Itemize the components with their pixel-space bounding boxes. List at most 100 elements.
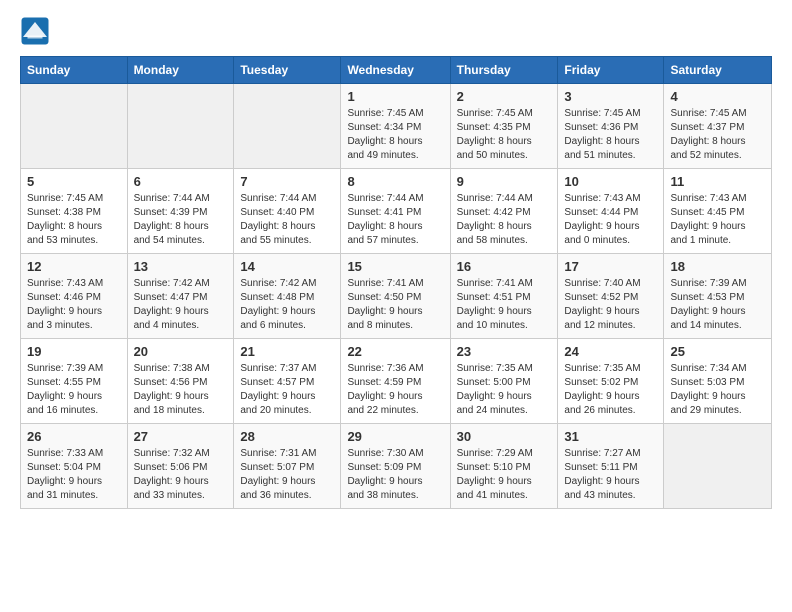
calendar-cell: 7 Sunrise: 7:44 AM Sunset: 4:40 PM Daylig… bbox=[234, 169, 341, 254]
day-number: 22 bbox=[347, 344, 443, 359]
column-header-thursday: Thursday bbox=[450, 57, 558, 84]
column-header-tuesday: Tuesday bbox=[234, 57, 341, 84]
calendar-cell bbox=[127, 84, 234, 169]
day-info: Sunrise: 7:38 AM Sunset: 4:56 PM Dayligh… bbox=[134, 362, 228, 418]
day-number: 25 bbox=[670, 344, 765, 359]
calendar-cell: 13 Sunrise: 7:42 AM Sunset: 4:47 PM Dayli… bbox=[127, 254, 234, 339]
calendar-cell: 6 Sunrise: 7:44 AM Sunset: 4:39 PM Daylig… bbox=[127, 169, 234, 254]
day-number: 9 bbox=[457, 174, 552, 189]
day-info: Sunrise: 7:44 AM Sunset: 4:41 PM Dayligh… bbox=[347, 192, 443, 248]
day-info: Sunrise: 7:43 AM Sunset: 4:46 PM Dayligh… bbox=[27, 277, 121, 333]
calendar-cell: 20 Sunrise: 7:38 AM Sunset: 4:56 PM Dayli… bbox=[127, 339, 234, 424]
day-info: Sunrise: 7:41 AM Sunset: 4:50 PM Dayligh… bbox=[347, 277, 443, 333]
calendar-cell: 25 Sunrise: 7:34 AM Sunset: 5:03 PM Dayli… bbox=[664, 339, 772, 424]
calendar-cell: 18 Sunrise: 7:39 AM Sunset: 4:53 PM Dayli… bbox=[664, 254, 772, 339]
day-info: Sunrise: 7:44 AM Sunset: 4:42 PM Dayligh… bbox=[457, 192, 552, 248]
day-number: 17 bbox=[564, 259, 657, 274]
calendar-table: SundayMondayTuesdayWednesdayThursdayFrid… bbox=[20, 56, 772, 509]
calendar-cell: 31 Sunrise: 7:27 AM Sunset: 5:11 PM Dayli… bbox=[558, 424, 664, 509]
calendar-cell: 11Sunrise: 7:43 AM Sunset: 4:45 PM Dayli… bbox=[664, 169, 772, 254]
calendar-cell: 19Sunrise: 7:39 AM Sunset: 4:55 PM Dayli… bbox=[21, 339, 128, 424]
week-row-5: 26Sunrise: 7:33 AM Sunset: 5:04 PM Dayli… bbox=[21, 424, 772, 509]
calendar-cell: 14Sunrise: 7:42 AM Sunset: 4:48 PM Dayli… bbox=[234, 254, 341, 339]
calendar-cell: 17 Sunrise: 7:40 AM Sunset: 4:52 PM Dayli… bbox=[558, 254, 664, 339]
day-number: 11 bbox=[670, 174, 765, 189]
day-info: Sunrise: 7:41 AM Sunset: 4:51 PM Dayligh… bbox=[457, 277, 552, 333]
day-info: Sunrise: 7:31 AM Sunset: 5:07 PM Dayligh… bbox=[240, 447, 334, 503]
day-number: 12 bbox=[27, 259, 121, 274]
day-info: Sunrise: 7:35 AM Sunset: 5:02 PM Dayligh… bbox=[564, 362, 657, 418]
calendar-header-row: SundayMondayTuesdayWednesdayThursdayFrid… bbox=[21, 57, 772, 84]
day-number: 20 bbox=[134, 344, 228, 359]
calendar-cell: 1 Sunrise: 7:45 AM Sunset: 4:34 PM Daylig… bbox=[341, 84, 450, 169]
column-header-wednesday: Wednesday bbox=[341, 57, 450, 84]
calendar-cell: 22 Sunrise: 7:36 AM Sunset: 4:59 PM Dayli… bbox=[341, 339, 450, 424]
day-number: 6 bbox=[134, 174, 228, 189]
calendar-cell: 4 Sunrise: 7:45 AM Sunset: 4:37 PM Daylig… bbox=[664, 84, 772, 169]
calendar-cell: 3 Sunrise: 7:45 AM Sunset: 4:36 PM Daylig… bbox=[558, 84, 664, 169]
day-info: Sunrise: 7:39 AM Sunset: 4:55 PM Dayligh… bbox=[27, 362, 121, 418]
day-number: 3 bbox=[564, 89, 657, 104]
day-info: Sunrise: 7:45 AM Sunset: 4:35 PM Dayligh… bbox=[457, 107, 552, 163]
calendar-cell: 2 Sunrise: 7:45 AM Sunset: 4:35 PM Daylig… bbox=[450, 84, 558, 169]
day-info: Sunrise: 7:39 AM Sunset: 4:53 PM Dayligh… bbox=[670, 277, 765, 333]
day-info: Sunrise: 7:45 AM Sunset: 4:34 PM Dayligh… bbox=[347, 107, 443, 163]
calendar-cell: 8Sunrise: 7:44 AM Sunset: 4:41 PM Daylig… bbox=[341, 169, 450, 254]
calendar-cell: 26Sunrise: 7:33 AM Sunset: 5:04 PM Dayli… bbox=[21, 424, 128, 509]
calendar-cell: 28 Sunrise: 7:31 AM Sunset: 5:07 PM Dayli… bbox=[234, 424, 341, 509]
header bbox=[20, 16, 772, 46]
day-number: 21 bbox=[240, 344, 334, 359]
column-header-sunday: Sunday bbox=[21, 57, 128, 84]
calendar-cell: 21 Sunrise: 7:37 AM Sunset: 4:57 PM Dayli… bbox=[234, 339, 341, 424]
calendar-cell: 16 Sunrise: 7:41 AM Sunset: 4:51 PM Dayli… bbox=[450, 254, 558, 339]
page: SundayMondayTuesdayWednesdayThursdayFrid… bbox=[0, 0, 792, 525]
day-info: Sunrise: 7:44 AM Sunset: 4:40 PM Dayligh… bbox=[240, 192, 334, 248]
day-number: 14 bbox=[240, 259, 334, 274]
day-info: Sunrise: 7:34 AM Sunset: 5:03 PM Dayligh… bbox=[670, 362, 765, 418]
calendar-cell: 12 Sunrise: 7:43 AM Sunset: 4:46 PM Dayli… bbox=[21, 254, 128, 339]
day-number: 28 bbox=[240, 429, 334, 444]
day-info: Sunrise: 7:42 AM Sunset: 4:47 PM Dayligh… bbox=[134, 277, 228, 333]
day-number: 2 bbox=[457, 89, 552, 104]
day-info: Sunrise: 7:36 AM Sunset: 4:59 PM Dayligh… bbox=[347, 362, 443, 418]
day-info: Sunrise: 7:29 AM Sunset: 5:10 PM Dayligh… bbox=[457, 447, 552, 503]
calendar-cell: 15 Sunrise: 7:41 AM Sunset: 4:50 PM Dayli… bbox=[341, 254, 450, 339]
day-number: 15 bbox=[347, 259, 443, 274]
calendar-cell: 24 Sunrise: 7:35 AM Sunset: 5:02 PM Dayli… bbox=[558, 339, 664, 424]
day-info: Sunrise: 7:37 AM Sunset: 4:57 PM Dayligh… bbox=[240, 362, 334, 418]
logo-icon bbox=[20, 16, 50, 46]
logo bbox=[20, 16, 54, 46]
day-number: 31 bbox=[564, 429, 657, 444]
calendar-cell: 9 Sunrise: 7:44 AM Sunset: 4:42 PM Daylig… bbox=[450, 169, 558, 254]
day-number: 23 bbox=[457, 344, 552, 359]
day-number: 5 bbox=[27, 174, 121, 189]
day-info: Sunrise: 7:40 AM Sunset: 4:52 PM Dayligh… bbox=[564, 277, 657, 333]
day-number: 18 bbox=[670, 259, 765, 274]
day-number: 29 bbox=[347, 429, 443, 444]
week-row-3: 12 Sunrise: 7:43 AM Sunset: 4:46 PM Dayli… bbox=[21, 254, 772, 339]
day-number: 4 bbox=[670, 89, 765, 104]
column-header-monday: Monday bbox=[127, 57, 234, 84]
day-number: 24 bbox=[564, 344, 657, 359]
week-row-2: 5Sunrise: 7:45 AM Sunset: 4:38 PM Daylig… bbox=[21, 169, 772, 254]
calendar-cell: 30Sunrise: 7:29 AM Sunset: 5:10 PM Dayli… bbox=[450, 424, 558, 509]
calendar-cell: 5Sunrise: 7:45 AM Sunset: 4:38 PM Daylig… bbox=[21, 169, 128, 254]
calendar-cell: 29Sunrise: 7:30 AM Sunset: 5:09 PM Dayli… bbox=[341, 424, 450, 509]
day-number: 13 bbox=[134, 259, 228, 274]
week-row-4: 19Sunrise: 7:39 AM Sunset: 4:55 PM Dayli… bbox=[21, 339, 772, 424]
calendar-cell: 23Sunrise: 7:35 AM Sunset: 5:00 PM Dayli… bbox=[450, 339, 558, 424]
day-number: 27 bbox=[134, 429, 228, 444]
calendar-cell bbox=[234, 84, 341, 169]
day-info: Sunrise: 7:33 AM Sunset: 5:04 PM Dayligh… bbox=[27, 447, 121, 503]
day-info: Sunrise: 7:45 AM Sunset: 4:36 PM Dayligh… bbox=[564, 107, 657, 163]
calendar-cell bbox=[21, 84, 128, 169]
day-info: Sunrise: 7:45 AM Sunset: 4:37 PM Dayligh… bbox=[670, 107, 765, 163]
day-number: 16 bbox=[457, 259, 552, 274]
day-number: 10 bbox=[564, 174, 657, 189]
day-info: Sunrise: 7:32 AM Sunset: 5:06 PM Dayligh… bbox=[134, 447, 228, 503]
day-number: 1 bbox=[347, 89, 443, 104]
day-info: Sunrise: 7:44 AM Sunset: 4:39 PM Dayligh… bbox=[134, 192, 228, 248]
day-info: Sunrise: 7:27 AM Sunset: 5:11 PM Dayligh… bbox=[564, 447, 657, 503]
day-number: 7 bbox=[240, 174, 334, 189]
calendar-cell: 27 Sunrise: 7:32 AM Sunset: 5:06 PM Dayli… bbox=[127, 424, 234, 509]
